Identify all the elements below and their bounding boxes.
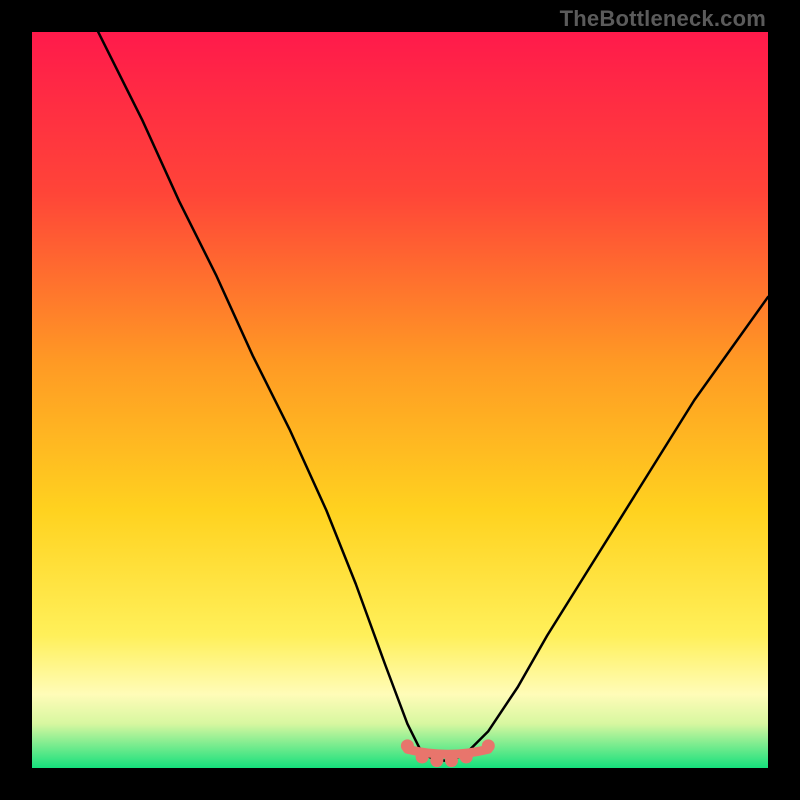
gradient-background (32, 32, 768, 768)
chart-frame (32, 32, 768, 768)
watermark-text: TheBottleneck.com (560, 6, 766, 32)
plot-svg (32, 32, 768, 768)
